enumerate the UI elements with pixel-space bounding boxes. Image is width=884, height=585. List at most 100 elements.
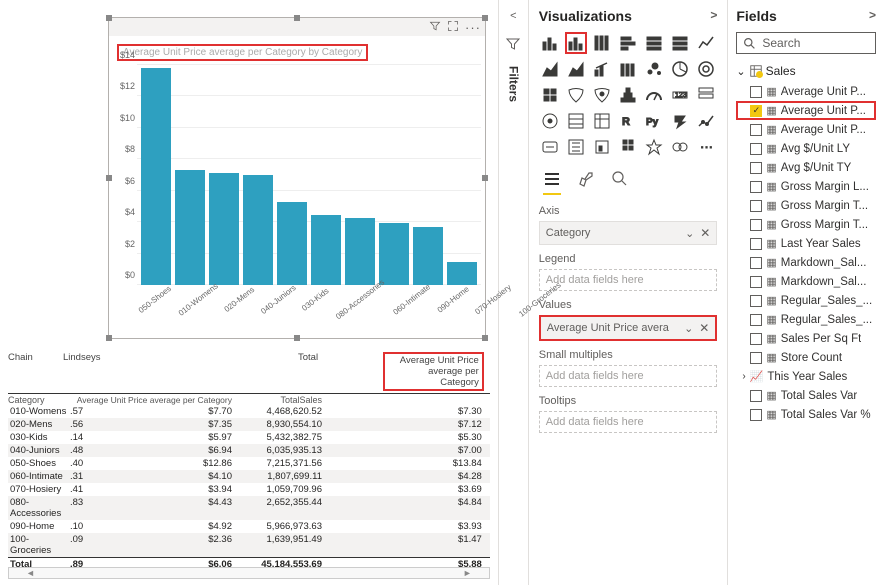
viz-type-icon[interactable]: R [617, 110, 639, 132]
table-row[interactable]: 010-Womens.57$7.704,468,620.52$7.30 [8, 405, 490, 418]
focus-mode-icon[interactable] [447, 20, 459, 35]
table-row[interactable]: 020-Mens.56$7.358,930,554.10$7.12 [8, 418, 490, 431]
field-checkbox[interactable] [750, 276, 762, 288]
viz-type-icon[interactable]: Py [643, 110, 665, 132]
field-checkbox[interactable] [750, 143, 762, 155]
field-item[interactable]: ✓▦Average Unit P... [736, 101, 876, 120]
field-checkbox[interactable] [750, 390, 762, 402]
viz-type-icon[interactable] [695, 84, 717, 106]
field-checkbox[interactable] [750, 352, 762, 364]
viz-type-icon[interactable] [539, 110, 561, 132]
field-item[interactable]: ▦Sales Per Sq Ft [736, 329, 876, 348]
field-item[interactable]: ▦Last Year Sales [736, 234, 876, 253]
table-node-sales[interactable]: ⌄ Sales [736, 64, 876, 78]
viz-type-icon[interactable] [617, 136, 639, 158]
viz-type-icon[interactable] [565, 84, 587, 106]
resize-handle[interactable] [106, 335, 112, 341]
field-item[interactable]: ▦Markdown_Sal... [736, 272, 876, 291]
field-checkbox[interactable] [750, 295, 762, 307]
resize-handle[interactable] [482, 335, 488, 341]
chevron-down-icon[interactable]: ⌄ [685, 228, 694, 240]
viz-type-icon[interactable] [565, 58, 587, 80]
viz-type-icon[interactable] [695, 32, 717, 54]
field-item[interactable]: ▦Markdown_Sal... [736, 253, 876, 272]
field-item[interactable]: ▦Total Sales Var [736, 386, 876, 405]
field-checkbox[interactable] [750, 181, 762, 193]
viz-type-icon[interactable] [565, 136, 587, 158]
field-checkbox[interactable] [750, 409, 762, 421]
field-checkbox[interactable] [750, 124, 762, 136]
field-checkbox[interactable] [750, 314, 762, 326]
field-item[interactable]: ▦Gross Margin T... [736, 215, 876, 234]
viz-type-icon[interactable] [617, 58, 639, 80]
fields-tab-icon[interactable] [543, 170, 561, 195]
table-row[interactable]: 050-Shoes.40$12.867,215,371.56$13.84 [8, 457, 490, 470]
table-header-avg[interactable]: Average Unit Price average per Category [383, 352, 484, 391]
chart-bar[interactable] [141, 68, 171, 285]
field-checkbox[interactable]: ✓ [750, 105, 762, 117]
viz-type-icon[interactable] [591, 32, 613, 54]
table-row[interactable]: 040-Juniors.48$6.946,035,935.13$7.00 [8, 444, 490, 457]
chart-bar[interactable] [379, 223, 409, 285]
legend-well[interactable]: Add data fields here [539, 269, 718, 291]
chart-visual[interactable]: ··· Average Unit Price average per Categ… [108, 17, 486, 339]
chart-bar[interactable] [447, 262, 477, 285]
viz-type-icon[interactable] [643, 58, 665, 80]
chart-bar[interactable] [345, 218, 375, 285]
field-item[interactable]: ▦Total Sales Var % [736, 405, 876, 424]
viz-type-icon[interactable] [591, 58, 613, 80]
format-tab-icon[interactable] [577, 170, 595, 195]
field-item[interactable]: ▦Gross Margin T... [736, 196, 876, 215]
table-header-lindseys[interactable]: Lindseys [63, 352, 298, 363]
viz-type-icon[interactable] [669, 110, 691, 132]
viz-type-icon[interactable] [643, 84, 665, 106]
chart-bar[interactable] [311, 215, 341, 285]
field-checkbox[interactable] [750, 162, 762, 174]
field-checkbox[interactable] [750, 257, 762, 269]
expand-filters-icon[interactable]: < [510, 10, 516, 22]
viz-type-icon[interactable] [617, 84, 639, 106]
chevron-down-icon[interactable]: ⌄ [684, 323, 693, 335]
table-row[interactable]: 080-Accessories.83$4.432,652,355.44$4.84 [8, 496, 490, 520]
chart-bar[interactable] [277, 202, 307, 285]
field-item[interactable]: ▦Avg $/Unit TY [736, 158, 876, 177]
filter-icon[interactable] [429, 20, 441, 35]
resize-handle[interactable] [294, 15, 300, 21]
viz-type-icon[interactable]: 123 [669, 84, 691, 106]
viz-type-icon[interactable] [591, 136, 613, 158]
chart-bar[interactable] [413, 227, 443, 285]
field-checkbox[interactable] [750, 333, 762, 345]
table-row[interactable]: 100-Groceries.09$2.361,639,951.49$1.47 [8, 533, 490, 557]
report-canvas[interactable]: ··· Average Unit Price average per Categ… [0, 0, 499, 585]
resize-handle[interactable] [482, 15, 488, 21]
table-row[interactable]: 090-Home.10$4.925,966,973.63$3.93 [8, 520, 490, 533]
viz-type-icon[interactable] [539, 32, 561, 54]
table-row[interactable]: 030-Kids.14$5.975,432,382.75$5.30 [8, 431, 490, 444]
viz-type-icon[interactable] [565, 32, 587, 54]
field-checkbox[interactable] [750, 86, 762, 98]
viz-type-icon[interactable] [617, 32, 639, 54]
chart-bar[interactable] [243, 175, 273, 285]
viz-type-icon[interactable] [539, 58, 561, 80]
remove-field-icon[interactable]: ✕ [700, 226, 710, 240]
tooltips-well[interactable]: Add data fields here [539, 411, 718, 433]
analytics-tab-icon[interactable] [611, 170, 629, 195]
table-row[interactable]: 060-Intimate.31$4.101,807,699.11$4.28 [8, 470, 490, 483]
viz-type-icon[interactable] [539, 84, 561, 106]
viz-type-icon[interactable] [695, 110, 717, 132]
fields-search-input[interactable]: Search [736, 32, 876, 54]
viz-type-icon[interactable] [565, 110, 587, 132]
more-options-icon[interactable]: ··· [465, 20, 481, 35]
field-checkbox[interactable] [750, 200, 762, 212]
resize-handle[interactable] [106, 15, 112, 21]
collapse-viz-icon[interactable]: > [710, 8, 717, 24]
table-header-chain[interactable]: Chain [8, 352, 63, 391]
field-checkbox[interactable] [750, 238, 762, 250]
viz-type-icon[interactable] [591, 110, 613, 132]
collapse-fields-icon[interactable]: > [869, 8, 876, 24]
field-item[interactable]: ▦Average Unit P... [736, 82, 876, 101]
viz-type-icon[interactable] [643, 136, 665, 158]
horizontal-scrollbar[interactable]: ◄ ► [8, 567, 490, 579]
table-subheader-totalsales[interactable]: TotalSales [242, 395, 334, 405]
viz-type-icon[interactable] [695, 58, 717, 80]
